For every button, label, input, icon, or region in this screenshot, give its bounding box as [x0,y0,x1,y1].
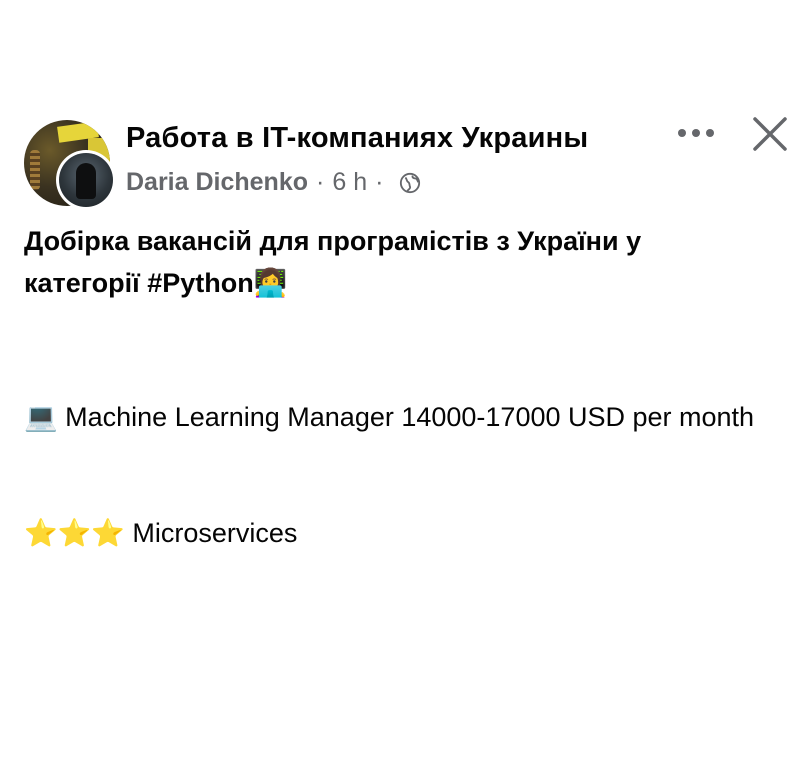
more-dot [678,129,686,137]
post-timestamp[interactable]: 6 h [332,168,367,197]
headline-text: Добірка вакансій для програмістів з Укра… [24,226,642,298]
author-avatar-photo [59,153,113,207]
meta-separator: · [375,168,384,196]
laptop-emoji: 💻 [24,402,58,433]
post-meta: Daria Dichenko · 6 h · [126,168,421,197]
group-name-link[interactable]: Работа в IT-компаниях Украины [126,122,588,155]
author-name-link[interactable]: Daria Dichenko [126,168,308,197]
skill-tag-text: Microservices [132,518,298,548]
globe-icon [400,172,421,193]
more-dot [692,129,700,137]
more-options-icon[interactable] [674,118,718,148]
group-avatar-stripe [30,150,40,190]
author-avatar-figure [76,163,96,199]
technologist-emoji: 👩‍💻 [253,268,288,299]
close-icon[interactable] [750,114,790,154]
author-avatar[interactable] [56,150,116,210]
job-text: Machine Learning Manager 14000-17000 USD… [65,402,755,432]
post-body: Добірка вакансій для програмістів з Укра… [24,220,764,305]
post-headline: Добірка вакансій для програмістів з Укра… [24,220,764,305]
post-card: Работа в IT-компаниях Украины Daria Dich… [0,0,800,767]
meta-separator: · [316,168,325,196]
job-listing: 💻 Machine Learning Manager 14000-17000 U… [24,396,764,439]
more-dot [706,129,714,137]
skill-tag-line: ⭐⭐⭐ Microservices [24,512,297,555]
star-emoji-group: ⭐⭐⭐ [24,518,125,549]
